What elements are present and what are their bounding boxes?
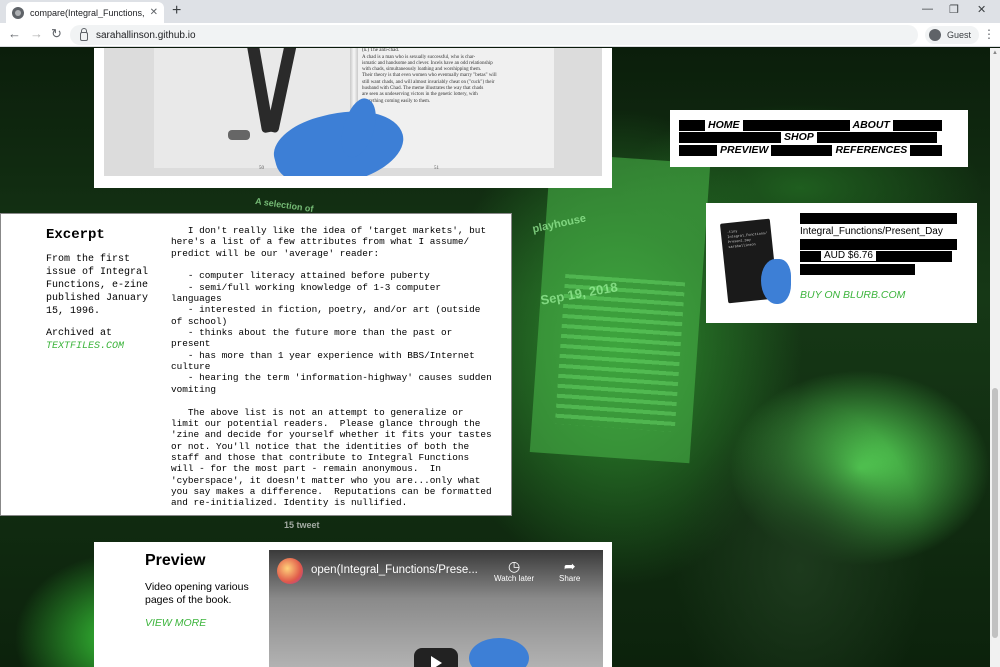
excerpt-source: From the first issue of Integral Functio…	[46, 254, 149, 317]
browser-menu-icon[interactable]: ⋮	[983, 27, 995, 41]
nav-shop-link[interactable]: SHOP	[781, 132, 817, 143]
play-button-icon[interactable]	[414, 648, 458, 667]
excerpt-card: Excerpt From the first issue of Integral…	[0, 213, 512, 516]
profile-icon	[929, 29, 941, 41]
clock-icon: ◷	[507, 558, 521, 574]
zine-cover-text: .tiny Integral_Functions/ Present_Day sa…	[726, 230, 768, 251]
site-navigation: HOME ABOUT SHOP PREVIEW REFERENCES	[670, 110, 968, 167]
redaction-bar	[679, 144, 717, 156]
preview-title: Preview	[145, 552, 206, 569]
book-page-number: 51	[434, 166, 439, 171]
figure-shoe	[228, 130, 250, 140]
tab-title: compare(Integral_Functions, Pres	[30, 7, 146, 18]
redaction-bar	[800, 239, 957, 250]
textfiles-link[interactable]: TEXTFILES.COM	[46, 341, 124, 352]
redaction-bar	[742, 119, 850, 131]
redaction-bar	[771, 144, 833, 156]
nav-about-link[interactable]: ABOUT	[850, 119, 893, 131]
globe-icon	[12, 6, 24, 19]
book-photo-card: Incel (n.) The anti-chad. A chad is a ma…	[94, 48, 612, 188]
book-page-number: 50	[259, 166, 264, 171]
book-page-text: Incel (n.) The anti-chad. A chad is a ma…	[362, 48, 497, 104]
browser-toolbar: ← → ↻ sarahallinson.github.io Guest ⋮	[0, 23, 1000, 47]
redaction-bar	[800, 213, 957, 224]
buy-on-blurb-link[interactable]: BUY ON BLURB.COM	[800, 289, 905, 301]
new-tab-button[interactable]: +	[172, 2, 181, 20]
redaction-bar	[892, 119, 942, 131]
share-label: Share	[559, 574, 581, 583]
minimize-icon[interactable]: —	[922, 3, 933, 15]
background-text: 15 tweet	[284, 520, 320, 530]
lock-icon	[80, 27, 88, 41]
background-text: A selection of	[254, 195, 315, 215]
book-photo: Incel (n.) The anti-chad. A chad is a ma…	[104, 48, 602, 176]
back-icon[interactable]: ←	[8, 26, 21, 42]
watch-later-label: Watch later	[494, 574, 535, 583]
preview-card: Preview Video opening various pages of t…	[94, 542, 612, 667]
shop-card: .tiny Integral_Functions/ Present_Day sa…	[706, 203, 977, 323]
video-embed[interactable]: open(Integral_Functions/Prese... ◷ Watch…	[269, 550, 603, 667]
watch-later-button[interactable]: ◷ Watch later	[494, 558, 534, 583]
redaction-bar	[816, 132, 937, 144]
gloved-hand	[761, 259, 791, 304]
share-button[interactable]: ➦ Share	[559, 558, 580, 583]
url-text: sarahallinson.github.io	[96, 29, 196, 41]
browser-tab-strip: compare(Integral_Functions, Pres ✕ + — ❐…	[0, 0, 1000, 23]
address-bar[interactable]: sarahallinson.github.io	[70, 25, 918, 45]
redaction-bar	[910, 144, 943, 156]
excerpt-body: I don't really like the idea of 'target …	[171, 225, 492, 509]
restore-icon[interactable]: ❐	[949, 3, 959, 16]
window-close-icon[interactable]: ✕	[977, 3, 986, 16]
view-more-link[interactable]: VIEW MORE	[145, 617, 206, 629]
channel-avatar[interactable]	[277, 558, 303, 584]
scroll-up-icon[interactable]: ▲	[992, 50, 998, 56]
redaction-bar	[679, 119, 705, 131]
nav-preview-link[interactable]: PREVIEW	[717, 144, 771, 156]
forward-icon[interactable]: →	[30, 26, 43, 42]
nav-references-link[interactable]: REFERENCES	[832, 144, 910, 156]
redaction-bar	[679, 132, 781, 144]
nav-home-link[interactable]: HOME	[705, 119, 743, 131]
page-viewport: A selection of playhouse Sep 19, 2018 15…	[0, 48, 990, 667]
redaction-bar	[800, 264, 915, 275]
reload-icon[interactable]: ↻	[51, 26, 62, 42]
video-title[interactable]: open(Integral_Functions/Prese...	[311, 564, 478, 576]
profile-label: Guest	[947, 30, 972, 40]
scrollbar-thumb[interactable]	[992, 388, 998, 638]
archived-label: Archived at	[46, 328, 113, 339]
preview-description: Video opening various pages of the book.	[145, 581, 249, 606]
share-icon: ➦	[563, 558, 576, 574]
excerpt-title: Excerpt	[46, 227, 105, 243]
close-tab-icon[interactable]: ✕	[150, 7, 158, 18]
browser-tab[interactable]: compare(Integral_Functions, Pres ✕	[6, 2, 164, 23]
profile-button[interactable]: Guest	[925, 26, 980, 44]
product-title: Integral_Functions/Present_Day	[800, 226, 943, 237]
product-price: AUD $6.76	[821, 250, 876, 261]
page-scrollbar[interactable]: ▲	[990, 48, 1000, 667]
